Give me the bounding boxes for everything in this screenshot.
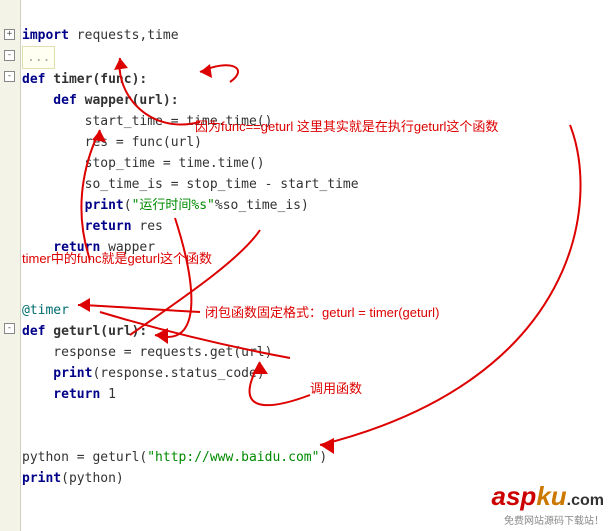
- code-text: res: [132, 219, 163, 234]
- code-line: stop_time = time.time(): [22, 156, 265, 171]
- fold-minus-icon[interactable]: -: [4, 71, 15, 82]
- code-line: print("运行时间%s"%so_time_is): [22, 198, 309, 213]
- code-line: print(python): [22, 471, 124, 486]
- code-text: %so_time_is): [215, 198, 309, 213]
- keyword-return: return: [22, 387, 100, 402]
- keyword-def: def: [22, 93, 77, 108]
- code-line: def geturl(url):: [22, 324, 147, 339]
- code-line: return wapper: [22, 240, 155, 255]
- keyword-return: return: [22, 240, 100, 255]
- code-text: (python): [61, 471, 124, 486]
- keyword-print: print: [22, 366, 92, 381]
- keyword-def: def: [22, 72, 45, 87]
- keyword-def: def: [22, 324, 45, 339]
- watermark-text: .com: [567, 492, 604, 509]
- keyword-print: print: [22, 471, 61, 486]
- code-text: ): [319, 450, 327, 465]
- code-line: res = func(url): [22, 135, 202, 150]
- keyword-import: import: [22, 28, 69, 43]
- fold-minus-icon[interactable]: -: [4, 323, 15, 334]
- watermark-subtitle: 免费网站源码下载站！: [492, 512, 605, 527]
- code-line: return res: [22, 219, 163, 234]
- code-line: import requests,time: [22, 28, 179, 43]
- string-literal: "运行时间%s": [132, 198, 215, 213]
- fold-minus-icon[interactable]: -: [4, 50, 15, 61]
- code-line: @timer: [22, 303, 69, 318]
- code-line: def timer(func):: [22, 72, 147, 87]
- string-literal: "http://www.baidu.com": [147, 450, 319, 465]
- keyword-return: return: [22, 219, 132, 234]
- code-line: python = geturl("http://www.baidu.com"): [22, 450, 327, 465]
- code-line: start_time = time.time(): [22, 114, 272, 129]
- code-line: so_time_is = stop_time - start_time: [22, 177, 359, 192]
- decorator: @timer: [22, 303, 69, 318]
- code-text: requests,time: [69, 28, 179, 43]
- code-text: (: [124, 198, 132, 213]
- code-text: 1: [100, 387, 116, 402]
- code-line: print(response.status_code): [22, 366, 265, 381]
- code-line: return 1: [22, 387, 116, 402]
- code-text: (response.status_code): [92, 366, 264, 381]
- code-text: geturl(url):: [45, 324, 147, 339]
- code-block: import requests,time ... def timer(func)…: [22, 4, 606, 489]
- gutter: + - - -: [0, 0, 21, 531]
- code-line: def wapper(url):: [22, 93, 179, 108]
- folded-region[interactable]: ...: [22, 46, 55, 69]
- code-text: python = geturl(: [22, 450, 147, 465]
- code-text: wapper(url):: [77, 93, 179, 108]
- code-line: response = requests.get(url): [22, 345, 272, 360]
- code-text: wapper: [100, 240, 155, 255]
- code-text: timer(func):: [45, 72, 147, 87]
- keyword-print: print: [22, 198, 124, 213]
- fold-plus-icon[interactable]: +: [4, 29, 15, 40]
